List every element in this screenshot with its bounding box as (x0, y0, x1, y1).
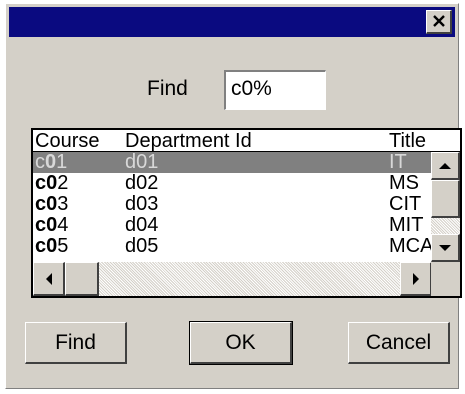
arrow-up-icon (439, 162, 451, 169)
horizontal-scroll-thumb[interactable] (65, 262, 99, 296)
horizontal-scrollbar[interactable] (33, 262, 432, 296)
find-label: Find (147, 77, 188, 100)
table-row[interactable]: c05 d05 MCA (33, 236, 432, 262)
cell-department-id: d02 (125, 172, 159, 194)
close-button[interactable] (426, 10, 452, 34)
cell-course: c02 (35, 172, 69, 194)
title-bar[interactable] (9, 7, 455, 37)
cell-course: c01 (35, 151, 68, 173)
cell-department-id: d05 (125, 236, 159, 257)
table-row[interactable]: c01 d01 IT (33, 152, 432, 173)
column-header-title[interactable]: Title (389, 130, 426, 153)
ok-button[interactable]: OK (189, 321, 293, 365)
find-input[interactable]: c0% (224, 70, 326, 110)
cell-title: MS (389, 172, 419, 194)
find-button[interactable]: Find (25, 322, 127, 364)
scroll-right-button[interactable] (400, 262, 432, 296)
table-row[interactable]: c03 d03 CIT (33, 194, 432, 215)
scrollbar-corner (431, 262, 460, 296)
cell-title: IT (389, 151, 407, 173)
ok-button-label: OK (225, 330, 256, 354)
grid-header: Course Department Id Title (33, 130, 460, 152)
column-header-course[interactable]: Course (35, 130, 99, 153)
vertical-scrollbar[interactable] (431, 152, 460, 262)
table-row[interactable]: c04 d04 MIT (33, 215, 432, 236)
cell-title: MIT (389, 214, 424, 236)
close-icon (432, 15, 445, 27)
cancel-button[interactable]: Cancel (348, 322, 450, 364)
scroll-left-button[interactable] (33, 262, 65, 296)
scroll-up-button[interactable] (431, 152, 460, 180)
column-header-department-id[interactable]: Department Id (125, 130, 252, 153)
cell-course: c03 (35, 193, 69, 215)
cell-title: CIT (389, 193, 422, 215)
cell-department-id: d03 (125, 193, 159, 215)
cell-course: c04 (35, 214, 69, 236)
table-row[interactable]: c02 d02 MS (33, 173, 432, 194)
scroll-down-button[interactable] (431, 234, 460, 262)
cell-department-id: d04 (125, 214, 159, 236)
arrow-down-icon (439, 244, 451, 251)
cell-department-id: d01 (125, 151, 159, 173)
arrow-left-icon (45, 272, 52, 285)
results-grid[interactable]: Course Department Id Title c01 d01 IT c0… (31, 128, 462, 298)
cell-title: MCA (389, 236, 432, 257)
cancel-button-label: Cancel (365, 330, 432, 354)
vertical-scroll-thumb[interactable] (431, 180, 460, 218)
cell-course: c05 (35, 236, 69, 257)
find-button-label: Find (55, 330, 96, 354)
find-dialog: Find c0% Course Department Id Title c01 … (5, 3, 462, 389)
arrow-right-icon (412, 272, 419, 285)
